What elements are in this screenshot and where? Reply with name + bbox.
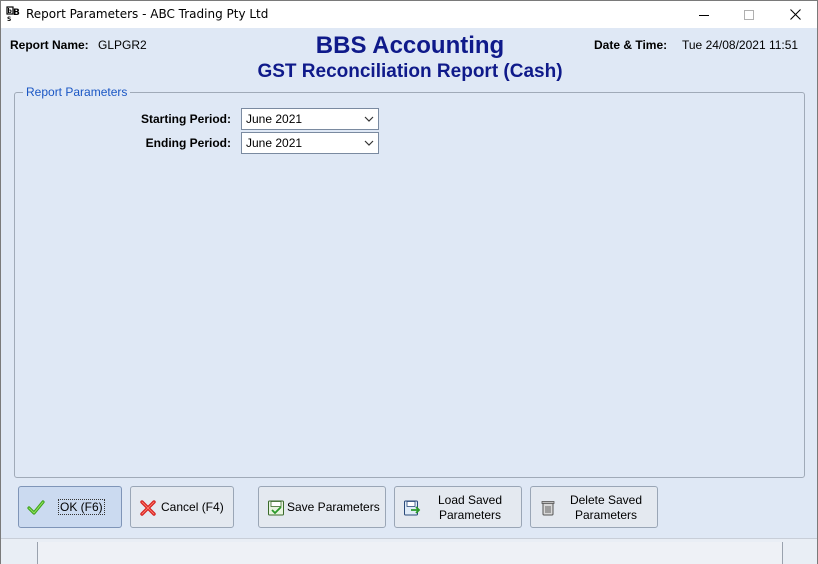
starting-period-value: June 2021: [246, 112, 303, 126]
delete-saved-parameters-label: Delete Saved Parameters: [565, 493, 647, 523]
save-parameters-label: Save Parameters: [287, 500, 380, 514]
starting-period-label: Starting Period:: [140, 112, 231, 126]
load-icon: [404, 500, 421, 516]
checkmark-icon: [27, 500, 45, 515]
report-title: GST Reconciliation Report (Cash): [257, 61, 563, 82]
delete-saved-parameters-button[interactable]: Delete Saved Parameters: [530, 486, 658, 528]
close-button[interactable]: [772, 1, 818, 28]
save-parameters-button[interactable]: Save Parameters: [258, 486, 386, 528]
load-saved-parameters-button[interactable]: Load Saved Parameters: [394, 486, 522, 528]
cancel-button[interactable]: Cancel (F4): [130, 486, 234, 528]
svg-text:S: S: [7, 16, 11, 22]
load-label-line2: Parameters: [438, 508, 502, 522]
svg-text:b: b: [8, 8, 13, 15]
app-icon: b B S: [6, 6, 20, 22]
ok-button[interactable]: OK (F6): [18, 486, 122, 528]
delete-label-line1: Delete Saved: [569, 493, 643, 507]
ending-period-select[interactable]: June 2021: [241, 132, 379, 154]
minimize-icon: [699, 14, 709, 16]
ok-button-label: OK (F6): [58, 499, 105, 515]
load-label-line1: Load Saved: [437, 493, 503, 507]
save-icon: [268, 500, 284, 516]
trash-icon: [541, 501, 555, 516]
close-icon: [789, 9, 801, 20]
load-saved-parameters-label: Load Saved Parameters: [429, 493, 511, 523]
maximize-icon: [744, 9, 754, 20]
ending-period-label: Ending Period:: [145, 136, 231, 150]
cancel-button-label: Cancel (F4): [161, 500, 224, 514]
datetime-value: Tue 24/08/2021 11:51: [682, 38, 799, 52]
status-bar: [1, 538, 817, 564]
report-parameters-legend: Report Parameters: [23, 85, 131, 99]
svg-text:B: B: [13, 8, 20, 18]
minimize-button[interactable]: [681, 1, 727, 28]
starting-period-select[interactable]: June 2021: [241, 108, 379, 130]
window-title: Report Parameters - ABC Trading Pty Ltd: [26, 7, 269, 21]
delete-label-line2: Parameters: [574, 508, 638, 522]
maximize-button[interactable]: [726, 1, 772, 28]
ending-period-value: June 2021: [246, 136, 303, 150]
cancel-x-icon: [140, 500, 156, 516]
report-parameters-window: b B S Report Parameters - ABC Trading Pt…: [0, 0, 818, 564]
app-title-text: BBS Accounting: [315, 32, 505, 59]
ok-button-text: OK (F6): [58, 499, 105, 515]
chevron-down-icon: [364, 116, 374, 122]
title-bar[interactable]: b B S Report Parameters - ABC Trading Pt…: [1, 1, 817, 28]
chevron-down-icon: [364, 140, 374, 146]
status-panel: [37, 542, 783, 564]
datetime-label: Date & Time:: [594, 38, 668, 52]
